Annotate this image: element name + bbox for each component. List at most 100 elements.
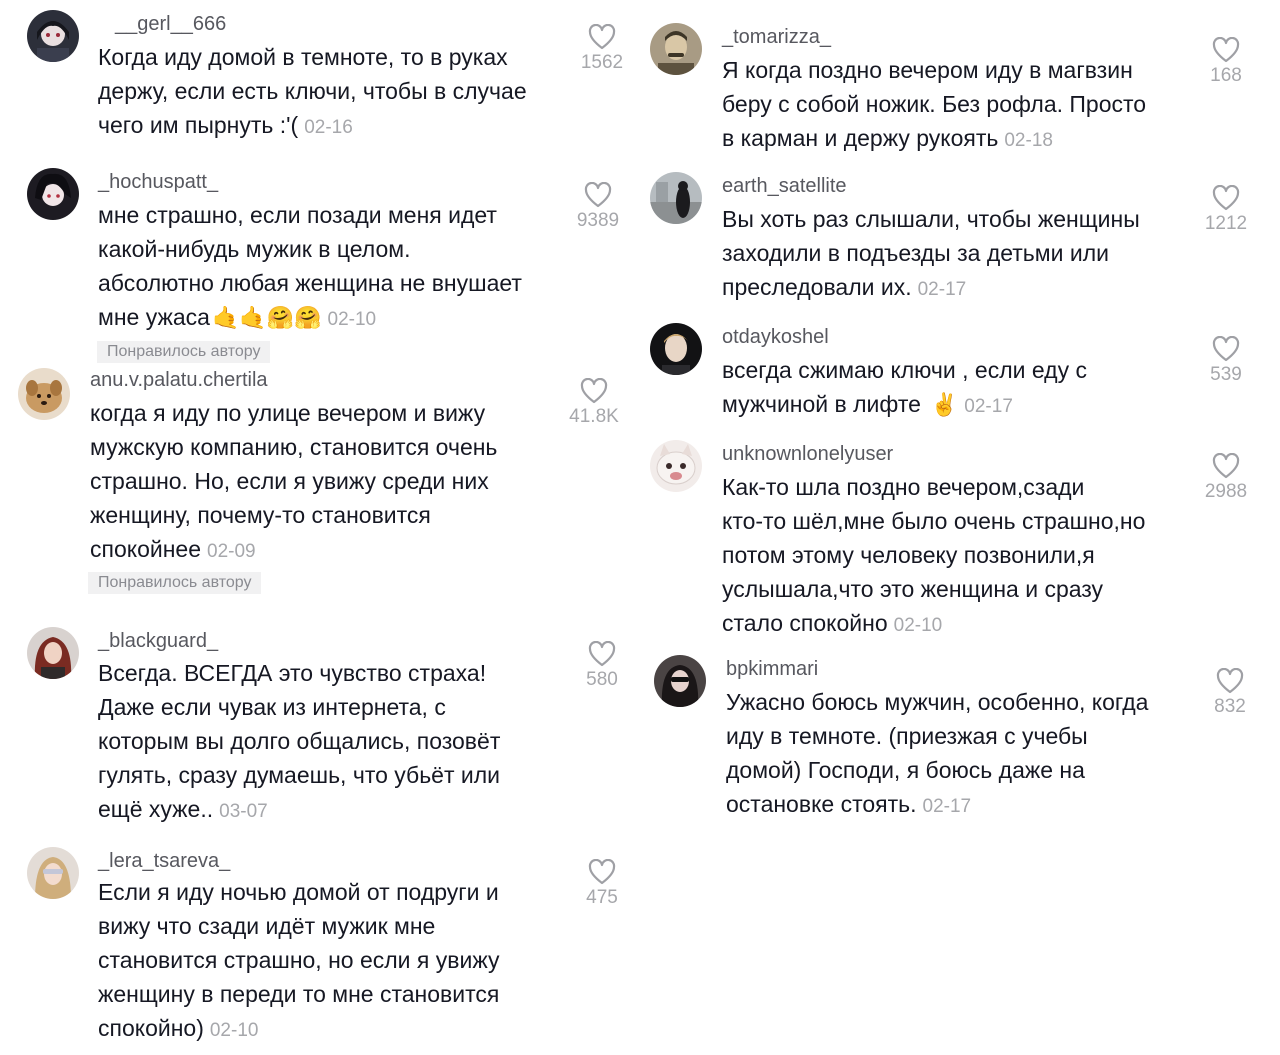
liked-by-author-badge: Понравилось автору bbox=[97, 341, 271, 363]
comment-line: вижу что сзади идёт мужик мне bbox=[98, 913, 436, 939]
comment-line: Вы хоть раз слышали, чтобы женщины bbox=[722, 206, 1140, 232]
avatar[interactable] bbox=[27, 627, 79, 679]
like-button[interactable]: 2988 bbox=[1196, 453, 1256, 503]
comment-line: Даже если чувак из интернета, с bbox=[98, 694, 446, 720]
comment-date: 02-18 bbox=[1004, 130, 1053, 151]
heart-icon bbox=[588, 24, 616, 50]
comment-line: мне ужаса bbox=[98, 304, 210, 330]
like-count: 1562 bbox=[580, 52, 624, 73]
comment-username[interactable]: _tomarizza_ bbox=[722, 25, 831, 49]
avatar[interactable] bbox=[27, 847, 79, 899]
heart-icon bbox=[588, 859, 616, 885]
comment-date: 02-10 bbox=[209, 1020, 259, 1041]
like-count: 832 bbox=[1214, 696, 1246, 717]
like-button[interactable]: 580 bbox=[572, 641, 632, 691]
comment-line: Когда иду домой в темноте, то в руках bbox=[98, 44, 508, 70]
like-button[interactable]: 168 bbox=[1196, 37, 1256, 87]
comment-username[interactable]: earth_satellite bbox=[722, 174, 847, 198]
comment-line: потом этому человеку позвонили,я bbox=[722, 542, 1095, 568]
heart-icon bbox=[1212, 453, 1240, 479]
comment-line: женщину в переди то мне становится bbox=[98, 981, 500, 1007]
like-count: 41.8K bbox=[569, 406, 619, 427]
comment-date: 02-10 bbox=[327, 309, 377, 330]
heart-icon bbox=[1216, 668, 1244, 694]
comment-line: гулять, сразу думаешь, что убьёт или bbox=[98, 762, 501, 788]
comment-line: которым вы долго общались, позовёт bbox=[98, 728, 501, 754]
liked-by-author-badge: Понравилось автору bbox=[88, 572, 262, 594]
like-button[interactable]: 539 bbox=[1196, 336, 1256, 386]
like-button[interactable]: 9389 bbox=[572, 182, 624, 232]
avatar[interactable] bbox=[27, 168, 79, 220]
like-button[interactable]: 475 bbox=[572, 859, 632, 909]
comment-text: Как-то шла поздно вечером,сзади кто-то ш… bbox=[722, 470, 1145, 643]
comment-username[interactable]: anu.v.palatu.chertila bbox=[90, 368, 268, 392]
comment-line: кто-то шёл,мне было очень страшно,но bbox=[722, 508, 1146, 534]
comment-username[interactable]: _hochuspatt_ bbox=[98, 170, 218, 194]
like-button[interactable]: 41.8K bbox=[564, 378, 624, 428]
heart-icon bbox=[1212, 185, 1240, 211]
heart-icon bbox=[1212, 37, 1240, 63]
comment-date: 02-17 bbox=[922, 796, 972, 817]
comment-line: остановке стоять. bbox=[726, 791, 917, 817]
like-button[interactable]: 832 bbox=[1200, 668, 1260, 718]
like-count: 2988 bbox=[1204, 481, 1248, 502]
comment-line: Я когда поздно вечером иду в магвзин bbox=[722, 57, 1133, 83]
comment-line: заходили в подъезды за детьми или bbox=[722, 240, 1109, 266]
comment-line: чего им пырнуть :'( bbox=[98, 112, 299, 138]
comment-text: когда я иду по улице вечером и вижу мужс… bbox=[90, 396, 497, 569]
comment-line: мне страшно, если позади меня идет bbox=[98, 202, 497, 228]
comment-line: иду в темноте. (приезжая с учебы bbox=[726, 723, 1088, 749]
comment-date: 02-17 bbox=[917, 279, 967, 300]
like-count: 475 bbox=[586, 887, 618, 908]
like-button[interactable]: 1212 bbox=[1196, 185, 1256, 235]
comment-line: преследовали их. bbox=[722, 274, 912, 300]
comment-username[interactable]: _lera_tsareva_ bbox=[98, 849, 230, 873]
heart-icon bbox=[588, 641, 616, 667]
like-count: 168 bbox=[1210, 65, 1242, 86]
comment-username[interactable]: otdaykoshel bbox=[722, 325, 829, 349]
like-count: 1212 bbox=[1204, 213, 1248, 234]
avatar[interactable] bbox=[650, 440, 702, 492]
heart-icon bbox=[1212, 336, 1240, 362]
victory-hand-emoji: ✌️ bbox=[930, 392, 959, 417]
comment-text: Если я иду ночью домой от подруги и вижу… bbox=[98, 875, 499, 1048]
comment-username[interactable]: __gerl__666 bbox=[115, 12, 226, 36]
avatar[interactable] bbox=[650, 23, 702, 75]
like-button[interactable]: 1562 bbox=[572, 24, 632, 74]
avatar[interactable] bbox=[654, 655, 706, 707]
comment-text: Когда иду домой в темноте, то в руках де… bbox=[98, 40, 527, 145]
comment-text: Ужасно боюсь мужчин, особенно, когда иду… bbox=[726, 685, 1148, 824]
comment-line: услышала,что это женщина и сразу bbox=[722, 576, 1104, 602]
comment-username[interactable]: bpkimmari bbox=[726, 657, 818, 681]
comment-line: спокойно) bbox=[98, 1015, 204, 1041]
comment-text: Вы хоть раз слышали, чтобы женщины заход… bbox=[722, 202, 1140, 307]
comment-date: 03-07 bbox=[219, 801, 268, 822]
comment-line: страшно. Но, если я увижу среди них bbox=[90, 468, 489, 494]
comment-line: какой-нибудь мужик в целом. bbox=[98, 236, 411, 262]
comment-username[interactable]: _blackguard_ bbox=[98, 629, 218, 653]
avatar[interactable] bbox=[27, 10, 79, 62]
comment-line: Ужасно боюсь мужчин, особенно, когда bbox=[726, 689, 1149, 715]
comment-line: в карман и держу рукоять bbox=[722, 125, 999, 151]
avatar[interactable] bbox=[650, 172, 702, 224]
comment-line: становится страшно, но если я увижу bbox=[98, 947, 500, 973]
avatar[interactable] bbox=[18, 368, 70, 420]
comment-username[interactable]: unknownlonelyuser bbox=[722, 442, 893, 466]
comment-line: мужскую компанию, становится очень bbox=[90, 434, 498, 460]
comment-date: 02-09 bbox=[207, 541, 256, 562]
heart-icon bbox=[580, 378, 608, 404]
comment-text: Я когда поздно вечером иду в магвзин бер… bbox=[722, 53, 1146, 158]
like-count: 539 bbox=[1210, 364, 1242, 385]
comment-line: стало спокойно bbox=[722, 610, 888, 636]
comment-line: абсолютно любая женщина не внушает bbox=[98, 270, 522, 296]
comment-line: спокойнее bbox=[90, 536, 201, 562]
comment-line: мужчиной в лифте bbox=[722, 391, 921, 417]
comment-date: 02-10 bbox=[893, 615, 943, 636]
comment-line: держу, если есть ключи, чтобы в случае bbox=[98, 78, 527, 104]
avatar[interactable] bbox=[650, 323, 702, 375]
comment-date: 02-17 bbox=[964, 396, 1013, 417]
comment-line: когда я иду по улице вечером и вижу bbox=[90, 400, 486, 426]
comment-line: Как-то шла поздно вечером,сзади bbox=[722, 474, 1085, 500]
heart-icon bbox=[584, 182, 612, 208]
like-count: 9389 bbox=[576, 210, 620, 231]
